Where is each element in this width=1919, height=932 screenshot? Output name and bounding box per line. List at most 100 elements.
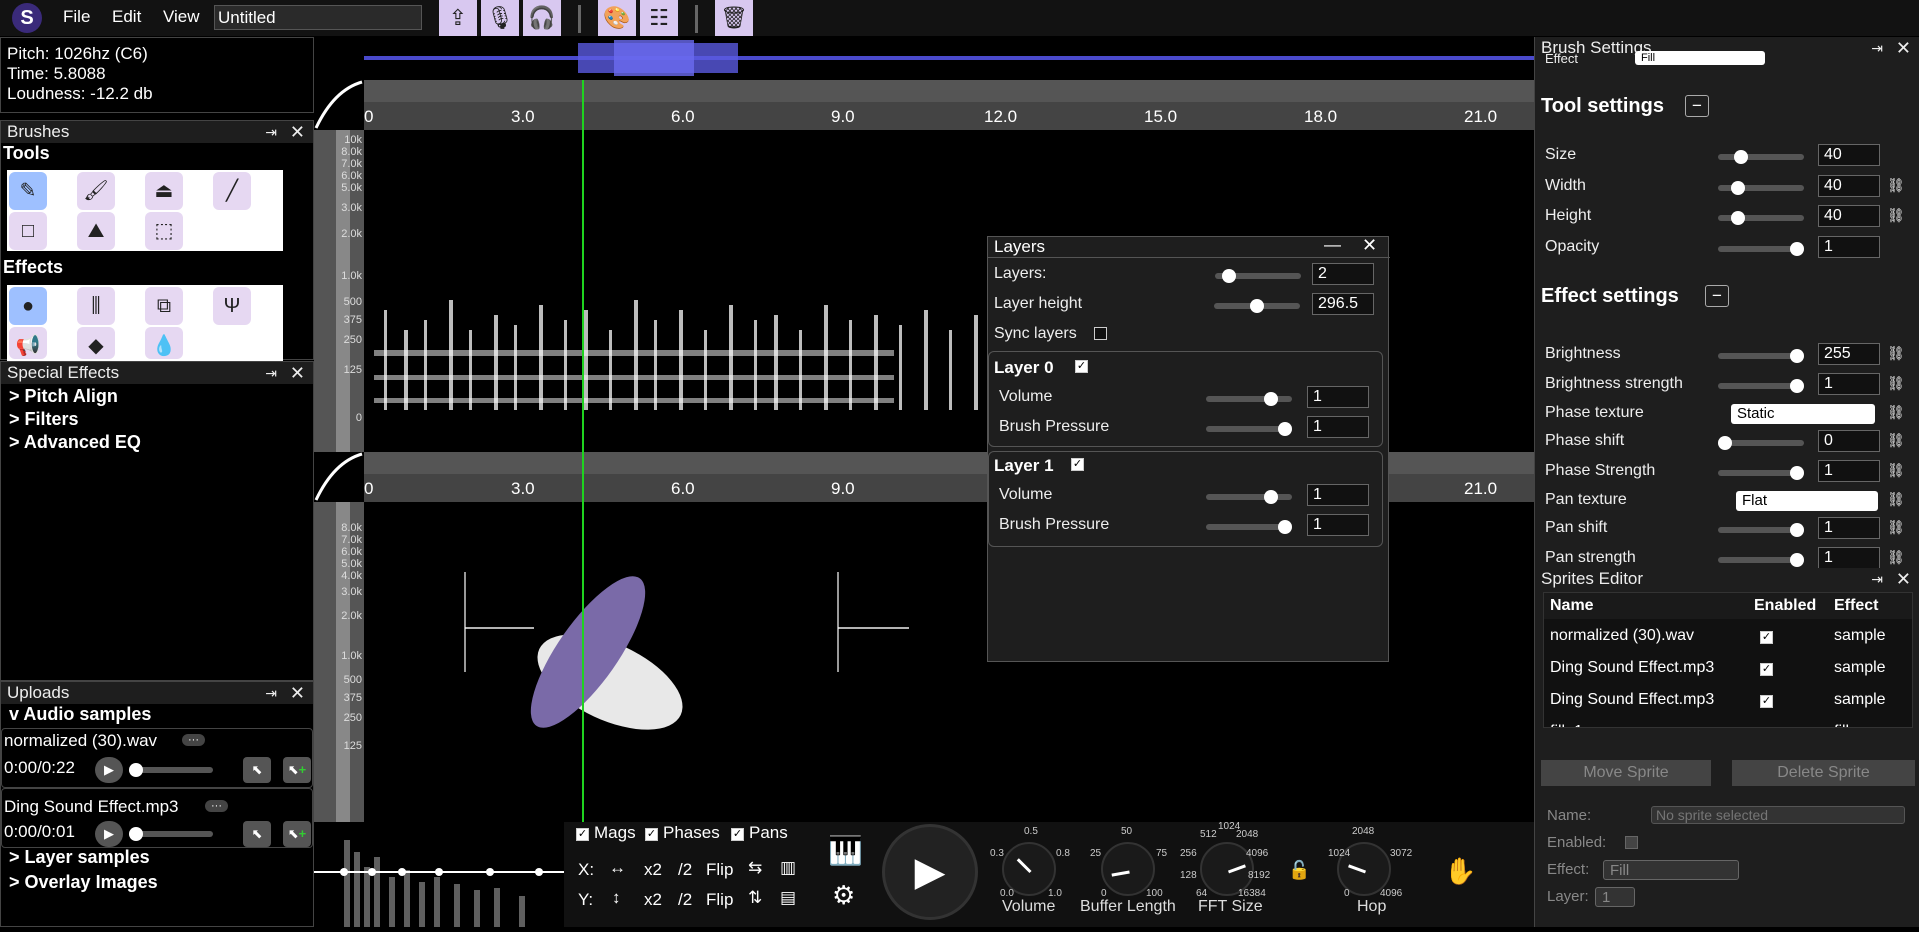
- drop-icon[interactable]: 💧: [145, 327, 183, 359]
- menu-file[interactable]: File: [63, 7, 90, 27]
- swap-horizontal-icon[interactable]: ⇆: [748, 858, 762, 878]
- link-icon[interactable]: ⛓: [1887, 177, 1905, 194]
- effect-setting-slider[interactable]: [1718, 466, 1804, 480]
- layer-1-enabled-checkbox[interactable]: ✓: [1071, 458, 1084, 471]
- megaphone-icon[interactable]: 📢: [9, 327, 47, 359]
- link-icon[interactable]: ⛓: [1887, 404, 1905, 421]
- layers-count-input[interactable]: 2: [1312, 263, 1374, 285]
- swap-vertical-icon[interactable]: ⇅: [748, 888, 762, 908]
- sprite-enabled-checkbox[interactable]: ✓: [1760, 631, 1773, 644]
- tool-setting-input[interactable]: 40: [1818, 205, 1880, 227]
- selection-icon[interactable]: ⬚: [145, 212, 183, 250]
- tuning-fork-icon[interactable]: Ψ: [213, 287, 251, 325]
- time-ruler[interactable]: 0 3.0 6.0 9.0 12.0 15.0 18.0 21.0: [364, 80, 1534, 130]
- play-icon[interactable]: ▶: [95, 821, 123, 847]
- eraser-icon[interactable]: ◆: [77, 327, 115, 359]
- move-sprite-button[interactable]: Move Sprite: [1541, 760, 1711, 786]
- collapse-icon[interactable]: −: [1685, 95, 1709, 117]
- tool-setting-input[interactable]: 40: [1818, 144, 1880, 166]
- tool-setting-slider[interactable]: [1718, 242, 1804, 256]
- layer-0-enabled-checkbox[interactable]: ✓: [1075, 360, 1088, 373]
- menu-edit[interactable]: Edit: [112, 7, 141, 27]
- playhead[interactable]: [582, 80, 584, 822]
- undock-icon[interactable]: ⇥: [265, 121, 277, 143]
- effect-setting-select[interactable]: Flat: [1736, 491, 1878, 511]
- close-icon[interactable]: ✕: [1896, 568, 1911, 590]
- lock-icon[interactable]: 🔓: [1288, 860, 1310, 881]
- effect-setting-input[interactable]: 0: [1818, 430, 1880, 452]
- effect-setting-slider[interactable]: [1718, 553, 1804, 567]
- link-icon[interactable]: ⛓: [1887, 207, 1905, 224]
- link-icon[interactable]: ⛓: [1887, 345, 1905, 362]
- columns-icon[interactable]: ▥: [780, 858, 796, 878]
- add-sprite-icon[interactable]: ⬉+: [283, 757, 311, 783]
- column-header[interactable]: Name: [1550, 597, 1594, 615]
- sample-seek-slider[interactable]: [129, 827, 213, 841]
- stamp-icon[interactable]: ⏏: [145, 172, 183, 210]
- minimize-icon[interactable]: —: [1324, 235, 1341, 255]
- effect-setting-input[interactable]: 1: [1818, 460, 1880, 482]
- select-sprite-icon[interactable]: ⬉: [243, 757, 271, 783]
- add-sprite-icon[interactable]: ⬉+: [283, 821, 311, 847]
- close-icon[interactable]: ✕: [1896, 37, 1911, 59]
- link-icon[interactable]: ⛓: [1887, 549, 1905, 566]
- comb-icon[interactable]: ⫼: [77, 287, 115, 325]
- effect-setting-slider[interactable]: [1718, 349, 1804, 363]
- brush-pressure-slider[interactable]: [1206, 520, 1292, 534]
- volume-slider[interactable]: [1206, 392, 1292, 406]
- x-double-button[interactable]: x2: [644, 860, 662, 880]
- column-header[interactable]: Effect: [1834, 597, 1878, 615]
- sliders-icon[interactable]: ☷: [640, 0, 678, 36]
- sprite-enabled-checkbox[interactable]: ✓: [1760, 727, 1773, 728]
- tool-setting-slider[interactable]: [1718, 181, 1804, 195]
- sprite-row[interactable]: Ding Sound Effect.mp3 ✓ sample: [1544, 655, 1912, 685]
- sprite-enabled-checkbox[interactable]: ✓: [1760, 695, 1773, 708]
- circle-icon[interactable]: ●: [9, 287, 47, 325]
- pitch-align-section[interactable]: > Pitch Align: [1, 386, 313, 407]
- close-icon[interactable]: ✕: [290, 121, 305, 143]
- sprite-enabled-checkbox[interactable]: ✓: [1760, 663, 1773, 676]
- stretch-y-icon[interactable]: ↕: [612, 888, 621, 908]
- brush-pressure-input[interactable]: 1: [1307, 514, 1369, 536]
- headphones-icon[interactable]: 🎧: [523, 0, 561, 36]
- sprite-row[interactable]: fill_1 ✓ fill: [1544, 719, 1912, 728]
- sprite-row[interactable]: normalized (30).wav ✓ sample: [1544, 623, 1912, 653]
- mags-checkbox[interactable]: ✓: [576, 828, 589, 841]
- piano-icon[interactable]: 🎹: [828, 834, 863, 867]
- image-icon[interactable]: ⛰: [77, 212, 115, 250]
- layer-height-input[interactable]: 296.5: [1312, 293, 1374, 315]
- waveform-overview[interactable]: [364, 38, 1534, 78]
- advanced-eq-section[interactable]: > Advanced EQ: [1, 432, 313, 453]
- close-icon[interactable]: ✕: [290, 682, 305, 704]
- sprite-enabled-checkbox[interactable]: [1625, 836, 1638, 849]
- stretch-x-icon[interactable]: ↔: [609, 858, 626, 878]
- undock-icon[interactable]: ⇥: [265, 682, 277, 704]
- line-icon[interactable]: ╱: [213, 172, 251, 210]
- play-icon[interactable]: ▶: [95, 757, 123, 783]
- effect-select[interactable]: Fill: [1635, 51, 1765, 65]
- palette-icon[interactable]: 🎨: [598, 0, 636, 36]
- volume-slider[interactable]: [1206, 490, 1292, 504]
- x-halve-button[interactable]: /2: [678, 860, 692, 880]
- project-title-input[interactable]: [214, 5, 422, 30]
- tool-setting-slider[interactable]: [1718, 150, 1804, 164]
- brush-icon[interactable]: 🖌: [77, 172, 115, 210]
- sprite-row[interactable]: Ding Sound Effect.mp3 ✓ sample: [1544, 687, 1912, 717]
- effect-setting-input[interactable]: 1: [1818, 517, 1880, 539]
- play-button[interactable]: ▶: [882, 824, 978, 920]
- overlay-images-section[interactable]: > Overlay Images: [9, 872, 158, 893]
- rows-icon[interactable]: ▤: [780, 888, 796, 908]
- select-sprite-icon[interactable]: ⬉: [243, 821, 271, 847]
- menu-view[interactable]: View: [163, 7, 200, 27]
- effect-setting-slider[interactable]: [1718, 379, 1804, 393]
- hand-icon[interactable]: ✋: [1444, 856, 1476, 887]
- link-icon[interactable]: ⛓: [1887, 519, 1905, 536]
- tool-setting-slider[interactable]: [1718, 211, 1804, 225]
- link-icon[interactable]: ⛓: [1887, 462, 1905, 479]
- undock-icon[interactable]: ⇥: [1871, 37, 1883, 59]
- eq-graph[interactable]: [314, 822, 564, 927]
- sprite-effect-select[interactable]: Fill: [1603, 860, 1739, 880]
- effect-setting-input[interactable]: 1: [1818, 547, 1880, 569]
- more-button[interactable]: ···: [182, 734, 205, 746]
- clone-icon[interactable]: ⧉: [145, 287, 183, 325]
